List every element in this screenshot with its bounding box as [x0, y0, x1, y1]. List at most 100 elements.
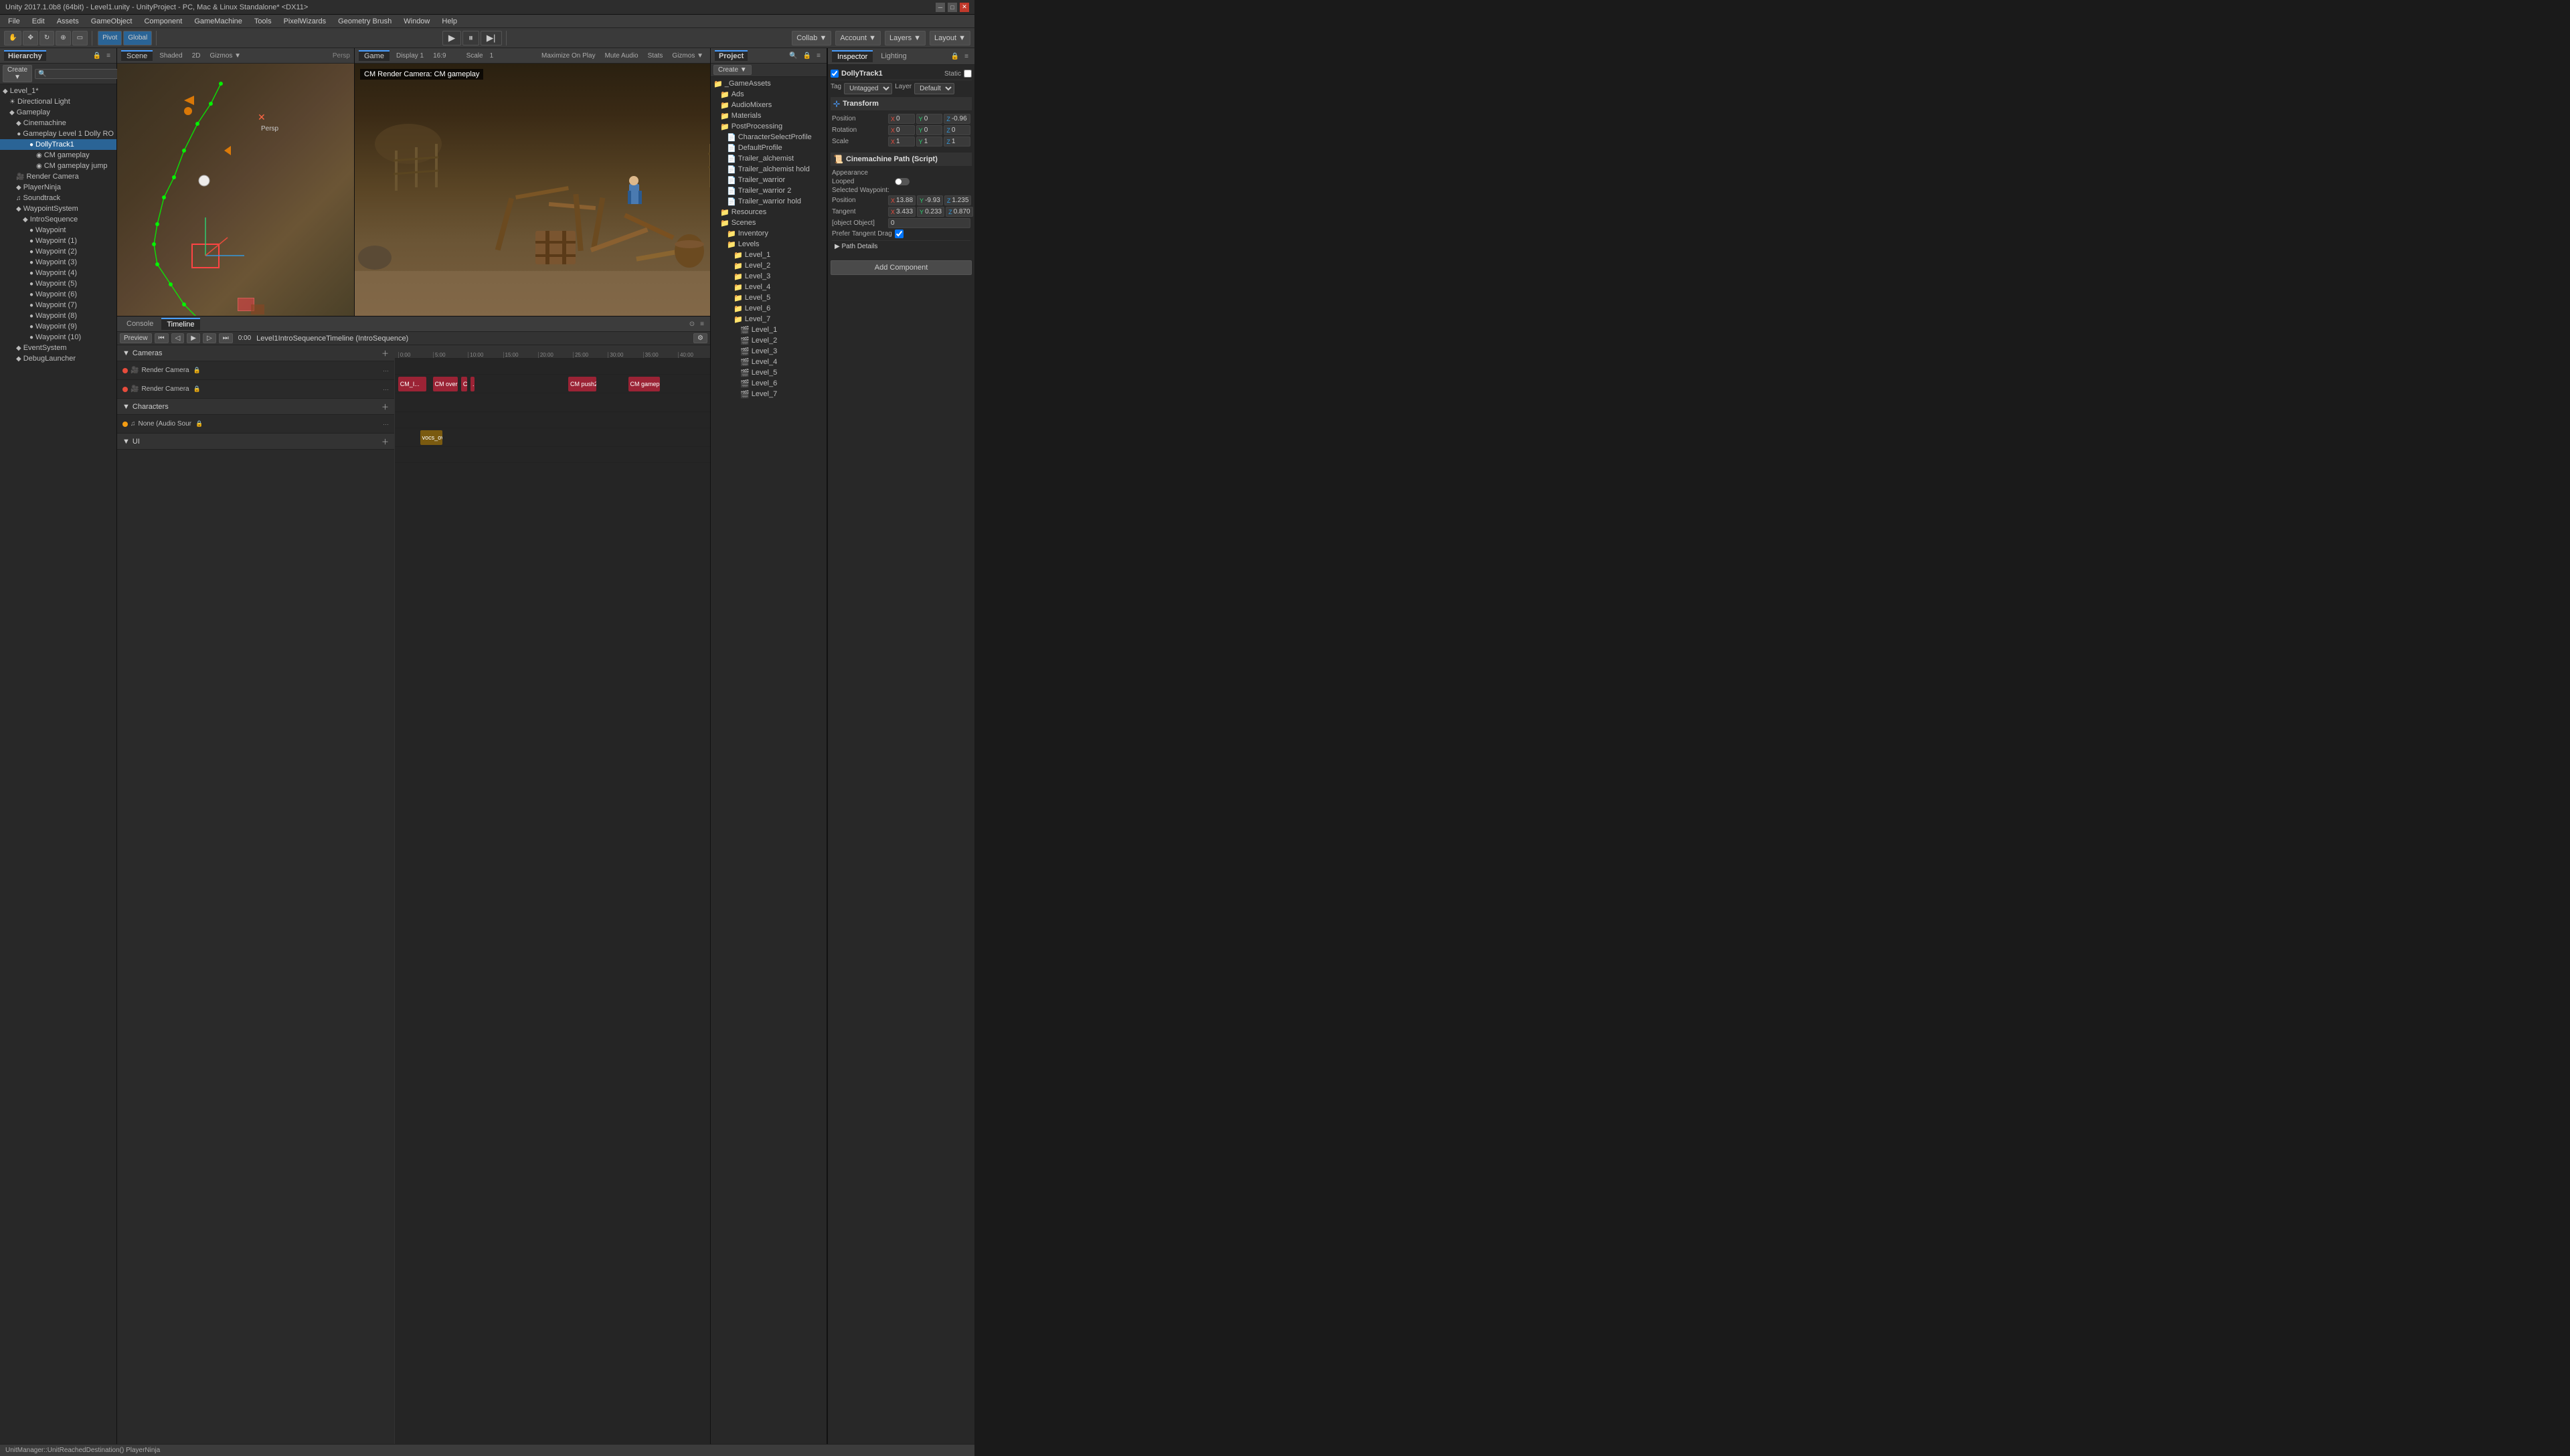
position-y[interactable]: Y 0 — [916, 114, 943, 124]
rotate-tool[interactable]: ↻ — [39, 31, 54, 46]
proj-item-3[interactable]: 📁AudioMixers — [711, 100, 827, 110]
proj-item-26[interactable]: 🎬Level_3 — [711, 346, 827, 357]
2d-btn[interactable]: 2D — [189, 52, 203, 60]
proj-item-24[interactable]: 🎬Level_1 — [711, 325, 827, 335]
proj-item-27[interactable]: 🎬Level_4 — [711, 357, 827, 367]
insp-active-checkbox[interactable] — [831, 70, 839, 78]
proj-item-11[interactable]: 📄Trailer_warrior 2 — [711, 185, 827, 196]
clip-cm-dot[interactable]: ... — [470, 377, 475, 391]
timeline-ruler[interactable]: 0:005:0010:0015:0020:0025:0030:0035:0040… — [395, 345, 710, 359]
hier-item-18[interactable]: ●Waypoint (4) — [0, 268, 116, 278]
cameras-add-btn[interactable]: ＋ — [381, 348, 389, 359]
account-button[interactable]: Account ▼ — [835, 31, 881, 46]
hier-item-25[interactable]: ◆EventSystem — [0, 343, 116, 353]
proj-item-9[interactable]: 📄Trailer_alchemist hold — [711, 164, 827, 175]
hier-item-19[interactable]: ●Waypoint (5) — [0, 278, 116, 289]
tl-fwd-btn[interactable]: ▷ — [203, 333, 216, 343]
rect-tool[interactable]: ▭ — [72, 31, 88, 46]
hier-item-20[interactable]: ●Waypoint (6) — [0, 289, 116, 300]
proj-item-1[interactable]: 📁_GameAssets — [711, 78, 827, 89]
scale-y[interactable]: Y 1 — [916, 136, 943, 147]
cinemachine-component-header[interactable]: 📜 Cinemachine Path (Script) — [831, 153, 972, 166]
proj-item-17[interactable]: 📁Level_1 — [711, 250, 827, 260]
proj-item-7[interactable]: 📄DefaultProfile — [711, 143, 827, 153]
hier-item-23[interactable]: ●Waypoint (9) — [0, 321, 116, 332]
hier-item-5[interactable]: ●Gameplay Level 1 Dolly RO — [0, 128, 116, 139]
layers-button[interactable]: Layers ▼ — [885, 31, 926, 46]
hierarchy-create-btn[interactable]: Create ▼ — [3, 65, 32, 82]
proj-item-25[interactable]: 🎬Level_2 — [711, 335, 827, 346]
hand-tool[interactable]: ✋ — [4, 31, 21, 46]
clip-cm-overhead[interactable]: CM overhead — [433, 377, 458, 391]
proj-item-23[interactable]: 📁Level_7 — [711, 314, 827, 325]
hier-item-2[interactable]: ☀Directional Light — [0, 96, 116, 107]
play-button[interactable]: ▶ — [442, 31, 461, 46]
scale-x[interactable]: X 1 — [888, 136, 915, 147]
game-tab[interactable]: Game — [359, 50, 390, 61]
project-tab[interactable]: Project — [715, 50, 748, 61]
step-button[interactable]: ▶| — [481, 31, 502, 46]
bottom-menu-btn[interactable]: ≡ — [698, 320, 706, 329]
menu-item-assets[interactable]: Assets — [52, 16, 84, 27]
proj-item-18[interactable]: 📁Level_2 — [711, 260, 827, 271]
proj-item-4[interactable]: 📁Materials — [711, 110, 827, 121]
rotation-z[interactable]: Z 0 — [944, 125, 970, 135]
path-details-btn[interactable]: ▶ Path Details — [832, 240, 970, 252]
project-menu-btn[interactable]: ≡ — [815, 52, 823, 60]
hier-item-16[interactable]: ●Waypoint (2) — [0, 246, 116, 257]
characters-group-header[interactable]: ▼ Characters ＋ — [117, 399, 394, 415]
proj-item-21[interactable]: 📁Level_5 — [711, 292, 827, 303]
inspector-menu-btn[interactable]: ≡ — [962, 52, 970, 61]
tl-back-btn[interactable]: ◁ — [171, 333, 185, 343]
hierarchy-menu-btn[interactable]: ≡ — [104, 52, 112, 60]
cm-tz[interactable]: Z 0.870 — [946, 207, 973, 217]
tl-play-btn[interactable]: ▶ — [187, 333, 200, 343]
hier-item-10[interactable]: ◆PlayerNinja — [0, 182, 116, 193]
project-create-btn[interactable]: Create ▼ — [713, 65, 752, 75]
proj-item-13[interactable]: 📁Resources — [711, 207, 827, 217]
global-button[interactable]: Global — [123, 31, 152, 46]
hierarchy-lock-btn[interactable]: 🔒 — [91, 52, 103, 60]
hier-item-14[interactable]: ●Waypoint — [0, 225, 116, 236]
hier-item-7[interactable]: ◉CM gameplay — [0, 150, 116, 161]
tl-prev-btn[interactable]: ⏮ — [155, 333, 169, 343]
close-button[interactable]: ✕ — [960, 3, 969, 12]
pivot-button[interactable]: Pivot — [98, 31, 122, 46]
move-tool[interactable]: ✥ — [23, 31, 37, 46]
scene-tab[interactable]: Scene — [121, 50, 153, 61]
timeline-tab[interactable]: Timeline — [161, 318, 199, 330]
clip-cm-gameplay[interactable]: CM gameplay — [628, 377, 660, 391]
tl-cog-btn[interactable]: ⚙ — [693, 333, 707, 343]
proj-item-15[interactable]: 📁Inventory — [711, 228, 827, 239]
add-component-btn[interactable]: Add Component — [831, 260, 972, 275]
maximize-on-play[interactable]: Maximize On Play — [539, 52, 598, 60]
hier-item-11[interactable]: ♫Soundtrack — [0, 193, 116, 203]
aspect-ratio[interactable]: 16:9 — [430, 52, 448, 60]
cameras-group-header[interactable]: ▼ Cameras ＋ — [117, 345, 394, 361]
hier-item-22[interactable]: ●Waypoint (8) — [0, 310, 116, 321]
hier-item-24[interactable]: ●Waypoint (10) — [0, 332, 116, 343]
shaded-dropdown[interactable]: Shaded — [157, 52, 185, 60]
menu-item-window[interactable]: Window — [398, 16, 435, 27]
scale-tool[interactable]: ⊕ — [56, 31, 70, 46]
menu-item-gameobject[interactable]: GameObject — [86, 16, 138, 27]
cam2-more[interactable]: ··· — [383, 386, 389, 393]
proj-item-19[interactable]: 📁Level_3 — [711, 271, 827, 282]
cam1-more[interactable]: ··· — [383, 367, 389, 374]
cm-ty[interactable]: Y 0.233 — [917, 207, 944, 217]
clip-cm-push2[interactable]: CM push2 — [568, 377, 596, 391]
rotation-x[interactable]: X 0 — [888, 125, 915, 135]
hier-item-8[interactable]: ◉CM gameplay jump — [0, 161, 116, 171]
cm-pz[interactable]: Z 1.235 — [944, 195, 972, 205]
timeline-tracks-content[interactable]: CM_I... CM overhead C... ... CM push2 CM… — [395, 359, 710, 1444]
menu-item-edit[interactable]: Edit — [27, 16, 50, 27]
inspector-tab[interactable]: Inspector — [832, 50, 873, 62]
proj-item-6[interactable]: 📄CharacterSelectProfile — [711, 132, 827, 143]
pause-button[interactable]: ⏸ — [462, 31, 479, 46]
layout-button[interactable]: Layout ▼ — [930, 31, 970, 46]
clip-cm-intro[interactable]: CM_I... — [398, 377, 426, 391]
ui-group-header[interactable]: ▼ UI ＋ — [117, 434, 394, 450]
preview-btn[interactable]: Preview — [120, 333, 152, 343]
scale-z[interactable]: Z 1 — [944, 136, 970, 147]
proj-item-5[interactable]: 📁PostProcessing — [711, 121, 827, 132]
